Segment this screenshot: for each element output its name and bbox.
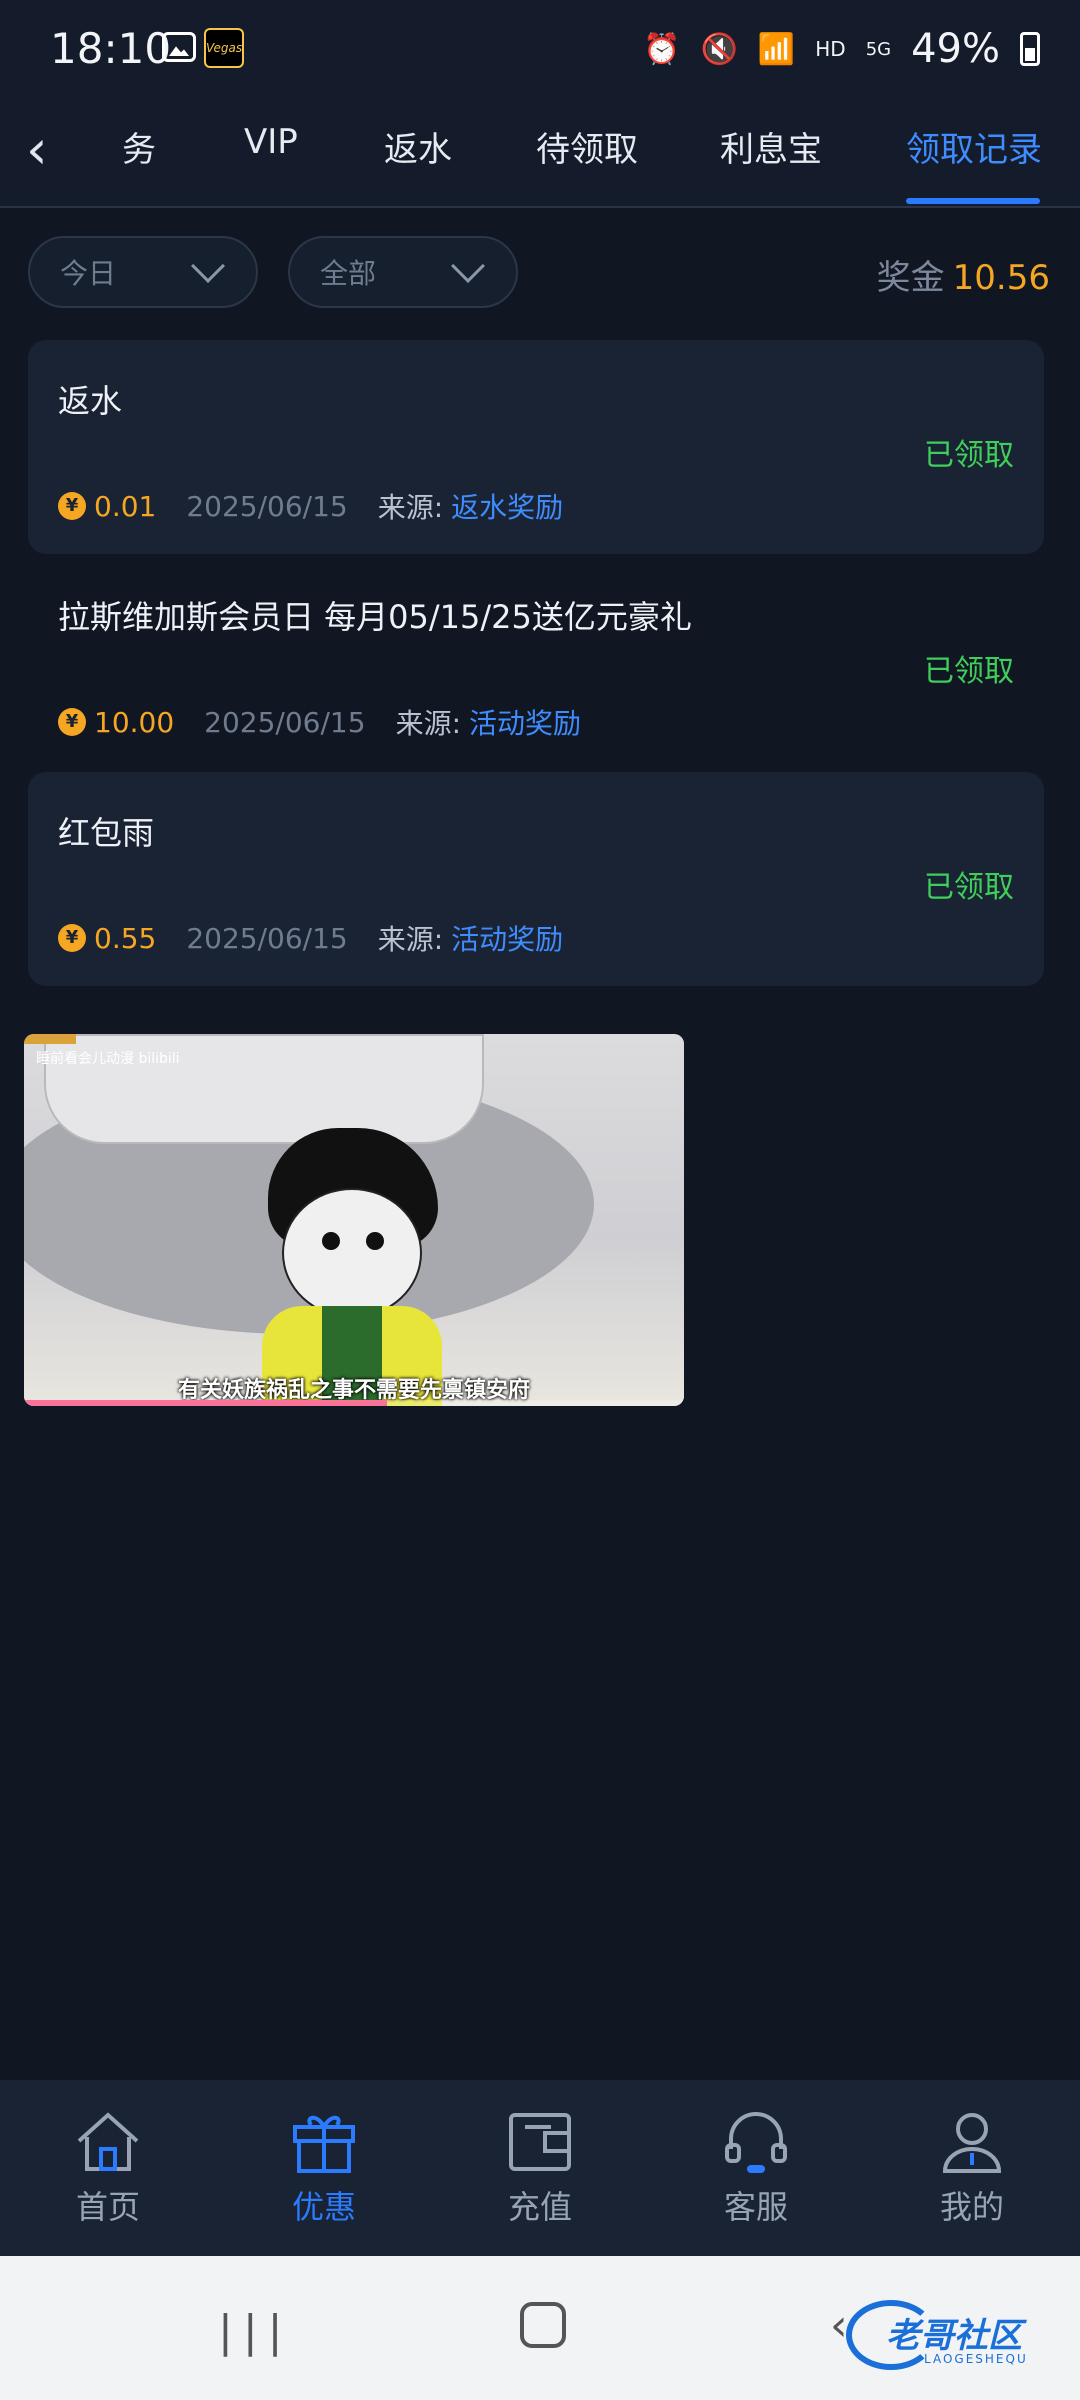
mute-icon: 🔇 <box>700 31 738 67</box>
record-card[interactable]: 红包雨 已领取 ¥ 0.55 2025/06/15 来源: 活动奖励 <box>28 772 1044 986</box>
record-meta: ¥ 10.00 2025/06/15 来源: 活动奖励 <box>58 702 581 742</box>
record-card[interactable]: 返水 已领取 ¥ 0.01 2025/06/15 来源: 返水奖励 <box>28 340 1044 554</box>
home-icon <box>38 2106 178 2178</box>
record-title: 拉斯维加斯会员日 每月05/15/25送亿元豪礼 <box>58 598 692 636</box>
tab-claim-records[interactable]: 领取记录 <box>906 122 1042 171</box>
nav-support-label: 客服 <box>723 2188 788 2226</box>
gallery-notification-icon <box>162 32 196 62</box>
recents-icon[interactable]: ||| <box>218 2306 292 2357</box>
status-bar: 18:10 Vegas ⏰ 🔇 📶 HD 5G 49% <box>0 0 1080 100</box>
record-meta: ¥ 0.55 2025/06/15 来源: 活动奖励 <box>58 918 563 958</box>
back-icon[interactable]: ‹ <box>26 120 86 180</box>
nav-promotions-label: 优惠 <box>291 2188 356 2226</box>
tab-interest[interactable]: 利息宝 <box>720 122 822 171</box>
record-status: 已领取 <box>924 870 1014 905</box>
nav-profile-label: 我的 <box>939 2188 1004 2226</box>
record-card[interactable]: 拉斯维加斯会员日 每月05/15/25送亿元豪礼 已领取 ¥ 10.00 202… <box>28 556 1044 770</box>
battery-percent: 49% <box>911 26 1000 72</box>
nav-profile[interactable]: 我的 <box>902 2106 1042 2228</box>
bottom-nav: 首页 优惠 充值 客服 我的 <box>0 2080 1080 2256</box>
user-icon <box>902 2106 1042 2178</box>
watermark-logo: 老哥社区 LAOGESHEQU <box>846 2300 1066 2378</box>
record-source: 活动奖励 <box>469 707 582 740</box>
signal-label: 5G <box>865 38 892 60</box>
record-source-label: 来源: <box>395 707 461 740</box>
record-amount: 0.01 <box>94 489 157 523</box>
record-date: 2025/06/15 <box>204 705 366 739</box>
nav-deposit-label: 充值 <box>507 2188 572 2226</box>
floating-video-player[interactable]: 睡前看会儿动漫 bilibili 有关妖族祸乱之事不需要先禀镇安府 <box>24 1034 684 1406</box>
coin-icon: ¥ <box>58 708 86 736</box>
home-button-icon[interactable] <box>520 2302 566 2348</box>
record-title: 红包雨 <box>58 814 155 852</box>
bonus-total: 奖金 10.56 <box>877 250 1050 299</box>
tab-pending[interactable]: 待领取 <box>536 122 638 171</box>
record-source-label: 来源: <box>377 923 444 956</box>
video-progress-bar[interactable] <box>24 1400 684 1406</box>
active-tab-indicator <box>906 198 1040 204</box>
coin-icon: ¥ <box>58 924 86 952</box>
video-cartoon-character <box>252 1128 452 1406</box>
headset-icon <box>686 2106 826 2178</box>
status-time: 18:10 <box>50 24 172 73</box>
network-type: HD <box>815 37 846 61</box>
record-source-label: 来源: <box>377 491 444 524</box>
app-notification-icon: Vegas <box>204 28 244 68</box>
bonus-label: 奖金 <box>876 258 945 298</box>
record-status: 已领取 <box>924 438 1014 473</box>
tab-rebate[interactable]: 返水 <box>384 122 452 171</box>
wifi-icon: 📶 <box>757 31 796 67</box>
nav-home[interactable]: 首页 <box>38 2106 178 2228</box>
record-date: 2025/06/15 <box>186 921 348 955</box>
system-back-icon[interactable]: ‹ <box>830 2300 848 2351</box>
record-meta: ¥ 0.01 2025/06/15 来源: 返水奖励 <box>58 486 563 526</box>
coin-icon: ¥ <box>58 492 86 520</box>
date-filter-value: 今日 <box>60 257 117 290</box>
record-date: 2025/06/15 <box>186 489 348 523</box>
date-filter-dropdown[interactable]: 今日 <box>28 236 258 308</box>
alarm-icon: ⏰ <box>643 31 681 67</box>
category-filter-value: 全部 <box>320 257 377 290</box>
category-filter-dropdown[interactable]: 全部 <box>288 236 518 308</box>
gift-icon <box>254 2106 394 2178</box>
top-tab-bar: ‹ 务 VIP 返水 待领取 利息宝 领取记录 <box>0 100 1080 208</box>
watermark-subtext: LAOGESHEQU <box>924 2352 1028 2366</box>
chevron-down-icon <box>191 249 225 283</box>
video-corner-badge <box>24 1034 76 1044</box>
nav-deposit[interactable]: 充值 <box>470 2106 610 2228</box>
record-source: 返水奖励 <box>451 491 564 524</box>
tab-vip[interactable]: VIP <box>244 122 298 162</box>
record-title: 返水 <box>58 382 123 420</box>
watermark-text: 老哥社区 <box>886 2316 1022 2356</box>
nav-promotions[interactable]: 优惠 <box>254 2106 394 2228</box>
tab-tasks[interactable]: 务 <box>122 122 156 171</box>
record-amount: 10.00 <box>94 705 175 739</box>
wallet-icon <box>470 2106 610 2178</box>
record-status: 已领取 <box>924 654 1014 689</box>
filter-bar: 今日 全部 奖金 10.56 <box>0 236 1080 310</box>
video-brand: 睡前看会儿动漫 bilibili <box>36 1051 180 1067</box>
status-icons: ⏰ 🔇 📶 HD 5G 49% <box>643 26 1040 72</box>
battery-icon <box>1020 32 1040 66</box>
record-source: 活动奖励 <box>451 923 564 956</box>
bonus-amount: 10.56 <box>952 258 1050 298</box>
nav-home-label: 首页 <box>75 2188 140 2226</box>
chevron-down-icon <box>451 249 485 283</box>
nav-support[interactable]: 客服 <box>686 2106 826 2228</box>
record-amount: 0.55 <box>94 921 157 955</box>
video-progress-fill <box>24 1400 387 1406</box>
